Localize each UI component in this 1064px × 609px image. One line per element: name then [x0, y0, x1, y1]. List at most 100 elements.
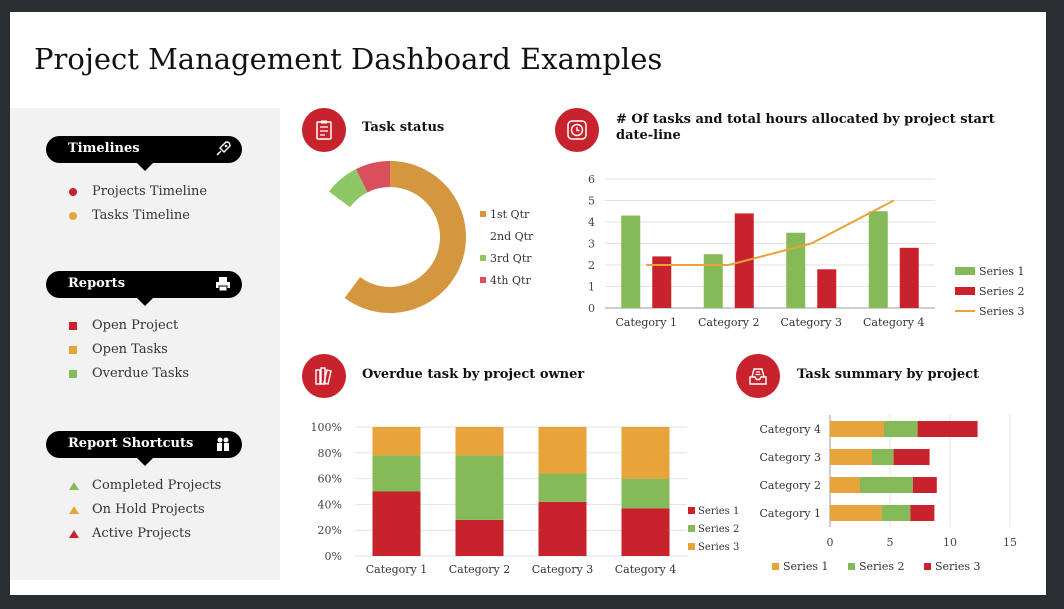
legend-label: Series 1: [698, 506, 739, 517]
timelines-header[interactable]: Timelines: [46, 136, 242, 171]
bar-segment: [455, 519, 504, 556]
sidebar-item-open-tasks[interactable]: Open Tasks: [68, 338, 189, 362]
legend-label: Series 1: [783, 560, 828, 573]
x-tick-label: 5: [887, 536, 894, 549]
task-status-title: Task status: [362, 120, 445, 135]
tasks-hours-combo-chart: 0 1 2 3 4 5 6 Category 1 Category 2 Category 3 Cat…: [588, 173, 1024, 329]
clipboard-icon: [302, 108, 346, 152]
bullet-dot-icon: [69, 188, 77, 196]
legend-swatch: [480, 277, 486, 283]
legend-label: Series 3: [979, 305, 1024, 318]
summary-horizontal-bar-chart: 0 5 10 15 Category 1 Category 2 Category 3 Cate…: [759, 415, 1017, 573]
legend-label: Series 3: [698, 542, 739, 553]
y-tick-label: 40%: [318, 498, 342, 511]
legend-swatch: [480, 255, 486, 261]
x-tick-label: 10: [943, 536, 957, 549]
y-tick-label: Category 4: [759, 423, 821, 436]
bar-segment: [621, 427, 670, 479]
sidebar-item-label: Projects Timeline: [92, 184, 208, 199]
x-tick-label: Category 3: [532, 563, 594, 576]
bar-segment: [881, 505, 911, 521]
bar: [703, 254, 723, 308]
bar-segment: [538, 501, 587, 556]
bullet-triangle-icon: [69, 530, 79, 538]
bar-segment: [372, 427, 421, 456]
y-tick-label: 100%: [311, 421, 342, 434]
bar-segment: [910, 505, 935, 521]
bar: [621, 215, 641, 308]
y-tick-label: 5: [588, 195, 595, 208]
printer-icon: [216, 277, 230, 292]
sidebar-item-label: On Hold Projects: [92, 502, 205, 517]
timelines-label: Timelines: [68, 141, 140, 156]
bullet-triangle-icon: [69, 506, 79, 514]
bullet-square-icon: [69, 346, 77, 354]
bar-segment: [884, 421, 918, 437]
bullet-square-icon: [69, 370, 77, 378]
bar-segment: [830, 505, 882, 521]
sidebar-item-overdue-tasks[interactable]: Overdue Tasks: [68, 362, 189, 386]
y-tick-label: 0%: [325, 550, 342, 563]
legend-swatch: [955, 267, 975, 275]
legend-swatch: [480, 211, 486, 217]
sidebar-item-tasks-timeline[interactable]: Tasks Timeline: [68, 204, 207, 228]
sidebar-item-label: Completed Projects: [92, 478, 222, 493]
sidebar-item-label: Open Project: [92, 318, 179, 333]
bar-segment: [372, 455, 421, 492]
x-tick-label: Category 4: [863, 316, 925, 329]
timelines-pointer: [136, 162, 154, 171]
legend-swatch: [848, 563, 855, 570]
y-tick-label: 60%: [318, 473, 342, 486]
bar-segment: [830, 449, 872, 465]
sidebar: Timelines Projects Timeline Tasks Timeli…: [10, 108, 280, 580]
y-tick-label: 6: [588, 173, 595, 186]
bar: [899, 247, 919, 308]
legend-swatch: [688, 525, 695, 532]
bar-segment: [455, 427, 504, 456]
sidebar-item-active-projects[interactable]: Active Projects: [68, 522, 221, 546]
sidebar-item-completed-projects[interactable]: Completed Projects: [68, 474, 221, 498]
legend-label: Series 3: [935, 560, 980, 573]
bar-segment: [912, 477, 937, 493]
bar-segment: [917, 421, 978, 437]
x-tick-label: Category 3: [780, 316, 842, 329]
bar-segment: [538, 427, 587, 474]
bar: [817, 269, 837, 308]
legend-label: Series 2: [698, 524, 739, 535]
summary-title: Task summary by project: [797, 367, 980, 382]
y-tick-label: 4: [588, 216, 595, 229]
legend-label: 4th Qtr: [490, 274, 531, 287]
bar-segment: [830, 477, 860, 493]
sidebar-item-label: Open Tasks: [92, 342, 168, 357]
y-tick-label: 2: [588, 259, 595, 272]
y-tick-label: 0: [588, 302, 595, 315]
y-tick-label: Category 2: [759, 479, 821, 492]
sidebar-item-open-project[interactable]: Open Project: [68, 314, 189, 338]
x-tick-label: Category 1: [366, 563, 428, 576]
legend-label: Series 1: [979, 265, 1024, 278]
report-shortcuts-pointer: [136, 457, 154, 466]
legend-swatch: [772, 563, 779, 570]
legend-label: 1st Qtr: [490, 208, 530, 221]
timelines-list: Projects Timeline Tasks Timeline: [68, 180, 207, 228]
y-tick-label: Category 3: [759, 451, 821, 464]
legend-swatch: [955, 287, 975, 295]
sidebar-item-label: Overdue Tasks: [92, 366, 190, 381]
reports-header[interactable]: Reports: [46, 271, 242, 306]
legend-label: Series 2: [859, 560, 904, 573]
books-icon: [302, 354, 346, 398]
line-series: [646, 199, 895, 266]
legend-label: 3rd Qtr: [490, 252, 532, 265]
tasks-hours-title: # Of tasks and total hours allocated by …: [616, 112, 995, 143]
legend-label: 2nd Qtr: [490, 230, 534, 243]
bar-segment: [621, 478, 670, 509]
report-shortcuts-header[interactable]: Report Shortcuts: [46, 431, 242, 466]
reports-list: Open Project Open Tasks Overdue Tasks: [68, 314, 189, 386]
x-tick-label: 0: [827, 536, 834, 549]
sidebar-item-on-hold-projects[interactable]: On Hold Projects: [68, 498, 221, 522]
bullet-square-icon: [69, 322, 77, 330]
bar-segment: [860, 477, 913, 493]
sidebar-item-projects-timeline[interactable]: Projects Timeline: [68, 180, 207, 204]
bar-segment: [893, 449, 930, 465]
y-tick-label: 80%: [318, 447, 342, 460]
